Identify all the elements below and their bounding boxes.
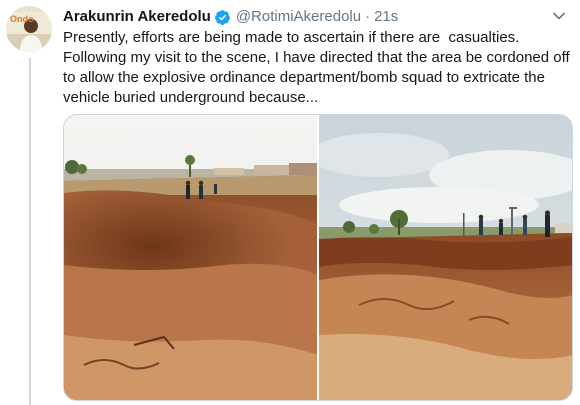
crater-photo-left (64, 115, 317, 400)
photo-left[interactable] (64, 115, 317, 400)
tweet-text: Presently, efforts are being made to asc… (63, 29, 570, 106)
separator-dot: · (365, 8, 371, 25)
thread-line (29, 58, 31, 405)
tweet-header: Arakunrin Akeredolu @RotimiAkeredolu · 2… (63, 7, 398, 27)
verified-badge-icon (214, 9, 231, 26)
avatar[interactable]: Ondo (6, 6, 52, 52)
media-grid (63, 114, 573, 401)
timestamp[interactable]: 21s (374, 7, 398, 27)
chevron-down-icon[interactable] (550, 7, 568, 25)
crater-photo-right (319, 115, 572, 400)
avatar-image: Ondo (6, 6, 52, 52)
tweet[interactable]: Ondo Arakunrin Akeredolu @RotimiAkeredol… (0, 0, 580, 405)
user-handle[interactable]: @RotimiAkeredolu (236, 7, 361, 27)
display-name[interactable]: Arakunrin Akeredolu (63, 7, 211, 27)
svg-text:Ondo: Ondo (10, 14, 34, 24)
photo-right[interactable] (319, 115, 572, 400)
